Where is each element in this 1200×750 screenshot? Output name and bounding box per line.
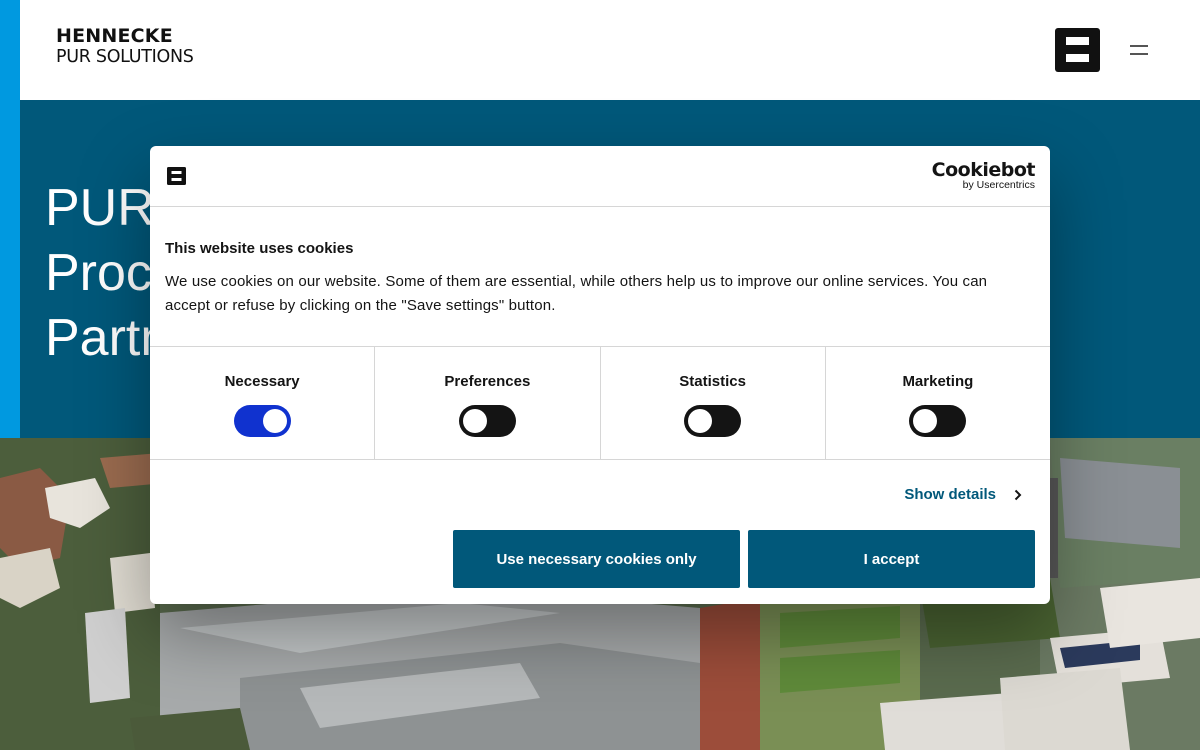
- dialog-title: This website uses cookies: [165, 240, 354, 257]
- necessary-toggle[interactable]: [233, 405, 291, 437]
- toggle-knob: [262, 409, 287, 433]
- hennecke-b-logo-icon[interactable]: [1055, 28, 1100, 72]
- cookiebot-name: Cookiebot: [931, 159, 1036, 181]
- show-details-label: Show details: [904, 486, 996, 503]
- chevron-right-icon: [1014, 489, 1022, 500]
- use-necessary-cookies-button[interactable]: Use necessary cookies only: [453, 530, 740, 588]
- toggle-knob: [688, 409, 713, 433]
- toggle-cell-necessary: Necessary: [150, 347, 376, 459]
- toggle-knob: [913, 409, 938, 433]
- consent-toggles: Necessary Preferences Statistics Marketi…: [150, 347, 1050, 460]
- toggle-label-statistics: Statistics: [679, 373, 746, 390]
- accept-cookies-button[interactable]: I accept: [748, 530, 1035, 588]
- toggle-cell-statistics: Statistics: [601, 347, 826, 459]
- site-header: HENNECKE PUR SOLUTIONS: [20, 0, 1200, 100]
- cookiebot-logo[interactable]: Cookiebot by Usercentrics: [931, 159, 1036, 191]
- toggle-label-preferences: Preferences: [444, 373, 531, 390]
- logo-line-2: PUR SOLUTIONS: [56, 47, 194, 67]
- dialog-body: This website uses cookies We use cookies…: [150, 207, 1050, 347]
- logo-line-1: HENNECKE: [56, 25, 173, 47]
- toggle-knob: [462, 409, 487, 433]
- toggle-cell-preferences: Preferences: [375, 347, 601, 459]
- accent-stripe: [0, 0, 20, 438]
- dialog-text: We use cookies on our website. Some of t…: [165, 273, 988, 314]
- toggle-label-necessary: Necessary: [224, 373, 300, 390]
- toggle-label-marketing: Marketing: [902, 373, 974, 390]
- cookie-consent-dialog: Cookiebot by Usercentrics This website u…: [150, 146, 1050, 604]
- preferences-toggle[interactable]: [458, 405, 516, 437]
- toggle-cell-marketing: Marketing: [826, 347, 1050, 459]
- hennecke-b-logo-icon: [167, 167, 186, 185]
- show-details-link[interactable]: Show details: [904, 486, 1022, 503]
- marketing-toggle[interactable]: [909, 405, 967, 437]
- statistics-toggle[interactable]: [684, 405, 742, 437]
- hamburger-menu-icon[interactable]: [1128, 40, 1152, 60]
- hennecke-logo[interactable]: HENNECKE PUR SOLUTIONS: [56, 27, 194, 67]
- dialog-header: Cookiebot by Usercentrics: [150, 146, 1050, 207]
